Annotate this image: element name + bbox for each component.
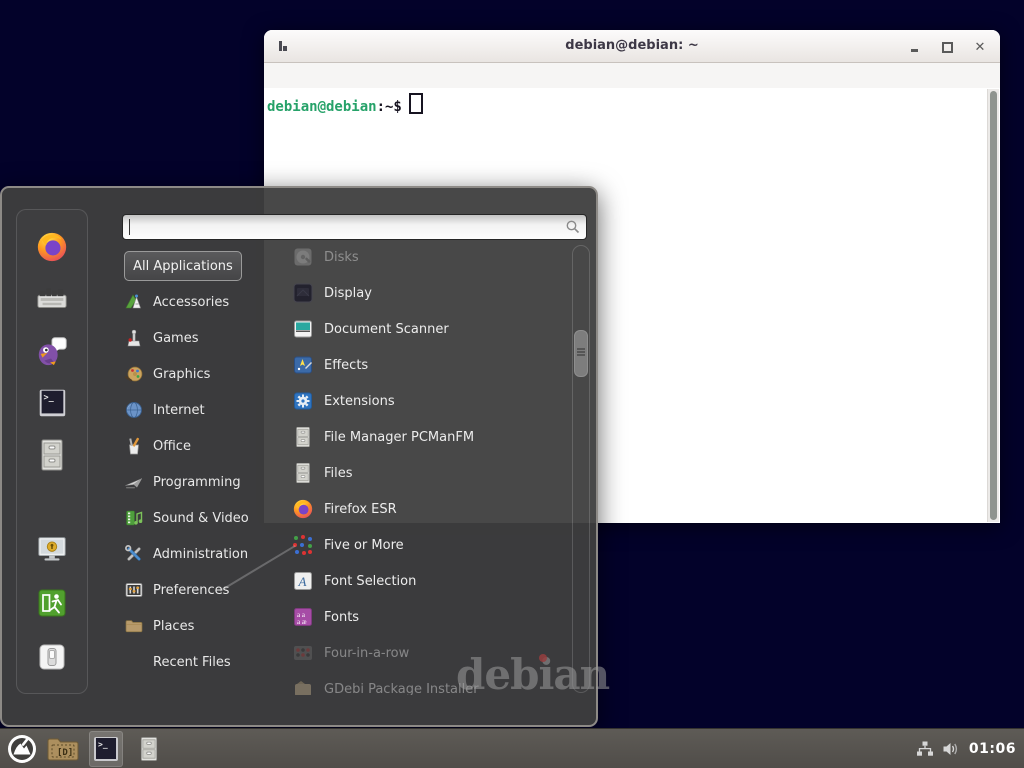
- programming-icon: [124, 472, 144, 492]
- admin-icon: [124, 544, 144, 564]
- category-list: Accessories Games Graphics Internet Offi…: [124, 284, 266, 680]
- app-extensions[interactable]: Extensions: [268, 383, 568, 419]
- terminal-titlebar[interactable]: debian@debian: ~ ✕: [264, 30, 1000, 63]
- logout-icon: [36, 587, 68, 619]
- graphics-icon: [124, 364, 144, 384]
- network-icon[interactable]: [916, 740, 934, 758]
- favorite-terminal[interactable]: >_: [34, 385, 70, 421]
- category-office[interactable]: Office: [124, 428, 266, 464]
- category-sound-video[interactable]: Sound & Video: [124, 500, 266, 536]
- app-disks[interactable]: Disks: [268, 245, 568, 275]
- cabinet-icon: [292, 426, 314, 448]
- taskbar: [D] >_ 01:06: [0, 728, 1024, 768]
- office-icon: [124, 436, 144, 456]
- app-effects[interactable]: Effects: [268, 347, 568, 383]
- firefox-icon: [35, 230, 69, 264]
- category-administration[interactable]: Administration: [124, 536, 266, 572]
- favorite-firefox[interactable]: [34, 229, 70, 265]
- file-manager-desktop-launcher[interactable]: [D]: [46, 731, 80, 767]
- close-button[interactable]: ✕: [972, 39, 988, 55]
- places-icon: [124, 616, 144, 636]
- apps-scrollbar-thumb[interactable]: [574, 330, 588, 377]
- session-shutdown[interactable]: [34, 639, 70, 675]
- app-files[interactable]: Files: [268, 455, 568, 491]
- app-document-scanner[interactable]: Document Scanner: [268, 311, 568, 347]
- minimize-button[interactable]: [906, 39, 922, 55]
- gdebi-icon: [292, 678, 314, 695]
- fonts-icon: a aa æ: [292, 606, 314, 628]
- svg-text:[D]: [D]: [57, 748, 73, 758]
- category-recent-files[interactable]: Recent Files: [124, 644, 266, 680]
- fontsel-icon: A: [292, 570, 314, 592]
- cabinet-icon: [292, 462, 314, 484]
- effects-icon: [292, 354, 314, 376]
- app-font-selection[interactable]: A Font Selection: [268, 563, 568, 599]
- terminal-menubar: [264, 63, 1000, 89]
- category-preferences[interactable]: Preferences: [124, 572, 266, 608]
- favorites-panel: >_: [16, 209, 88, 694]
- firefox-icon: [292, 498, 314, 520]
- volume-icon[interactable]: [942, 740, 961, 758]
- svg-text:>_: >_: [98, 740, 108, 749]
- favorite-file-cabinet[interactable]: [34, 437, 70, 473]
- terminal-title: debian@debian: ~: [264, 30, 1000, 62]
- maximize-button[interactable]: [939, 39, 955, 55]
- terminal-scrollbar-thumb[interactable]: [990, 91, 997, 520]
- svg-text:>_: >_: [44, 393, 55, 403]
- watermark-red-dot: [539, 654, 547, 662]
- lock-icon: [36, 533, 68, 565]
- terminal-icon: >_: [35, 386, 69, 420]
- category-accessories[interactable]: Accessories: [124, 284, 266, 320]
- terminal-scrollbar[interactable]: [987, 89, 999, 522]
- debian-watermark: debian: [456, 650, 609, 699]
- category-internet[interactable]: Internet: [124, 392, 266, 428]
- terminal-prompt: debian@debian:~$: [264, 88, 1000, 115]
- terminal-cursor: [409, 93, 423, 114]
- favorite-pidgin[interactable]: [34, 333, 70, 369]
- app-five-or-more[interactable]: Five or More: [268, 527, 568, 563]
- category-graphics[interactable]: Graphics: [124, 356, 266, 392]
- search-input[interactable]: [122, 214, 587, 240]
- fourrow-icon: [292, 642, 314, 664]
- prompt-suffix: :~$: [377, 99, 402, 115]
- app-fonts[interactable]: a aa æ Fonts: [268, 599, 568, 635]
- desktop: debian@debian: ~ ✕ debian@debian:~$ >_ A…: [0, 0, 1024, 768]
- app-display[interactable]: Display: [268, 275, 568, 311]
- soundvideo-icon: [124, 508, 144, 528]
- pidgin-icon: [35, 334, 69, 368]
- display-icon: [292, 282, 314, 304]
- system-tray: 01:06: [916, 740, 1016, 758]
- file-cabinet-launcher[interactable]: [132, 731, 166, 767]
- cabinet-icon: [35, 438, 69, 472]
- category-programming[interactable]: Programming: [124, 464, 266, 500]
- apps-scrollbar[interactable]: [572, 245, 590, 693]
- scanner-icon: [292, 318, 314, 340]
- text-caret: [129, 219, 130, 235]
- app-firefox-esr[interactable]: Firefox ESR: [268, 491, 568, 527]
- disks-icon: [292, 246, 314, 268]
- terminal-window-button[interactable]: >_: [89, 731, 123, 767]
- search-icon: [565, 219, 581, 235]
- menu-button[interactable]: [7, 734, 37, 764]
- prompt-user: debian@debian: [267, 99, 377, 115]
- preferences-icon: [124, 580, 144, 600]
- application-menu: >_ All Applications Accessories Games Gr…: [0, 186, 598, 727]
- category-places[interactable]: Places: [124, 608, 266, 644]
- app-file-manager-pcmanfm[interactable]: File Manager PCManFM: [268, 419, 568, 455]
- power-icon: [36, 641, 68, 673]
- session-log-out[interactable]: [34, 585, 70, 621]
- session-lock-screen[interactable]: [34, 531, 70, 567]
- clock[interactable]: 01:06: [969, 741, 1016, 757]
- svg-text:A: A: [298, 574, 307, 589]
- all-applications-button[interactable]: All Applications: [124, 251, 242, 281]
- accessories-icon: [124, 292, 144, 312]
- games-icon: [124, 328, 144, 348]
- keyboard-icon: [35, 282, 69, 316]
- extensions-icon: [292, 390, 314, 412]
- favorite-keyboard-app[interactable]: [34, 281, 70, 317]
- category-games[interactable]: Games: [124, 320, 266, 356]
- application-list: Disks Display Document Scanner Effects E…: [268, 245, 568, 695]
- svg-text:a æ: a æ: [297, 618, 307, 626]
- internet-icon: [124, 400, 144, 420]
